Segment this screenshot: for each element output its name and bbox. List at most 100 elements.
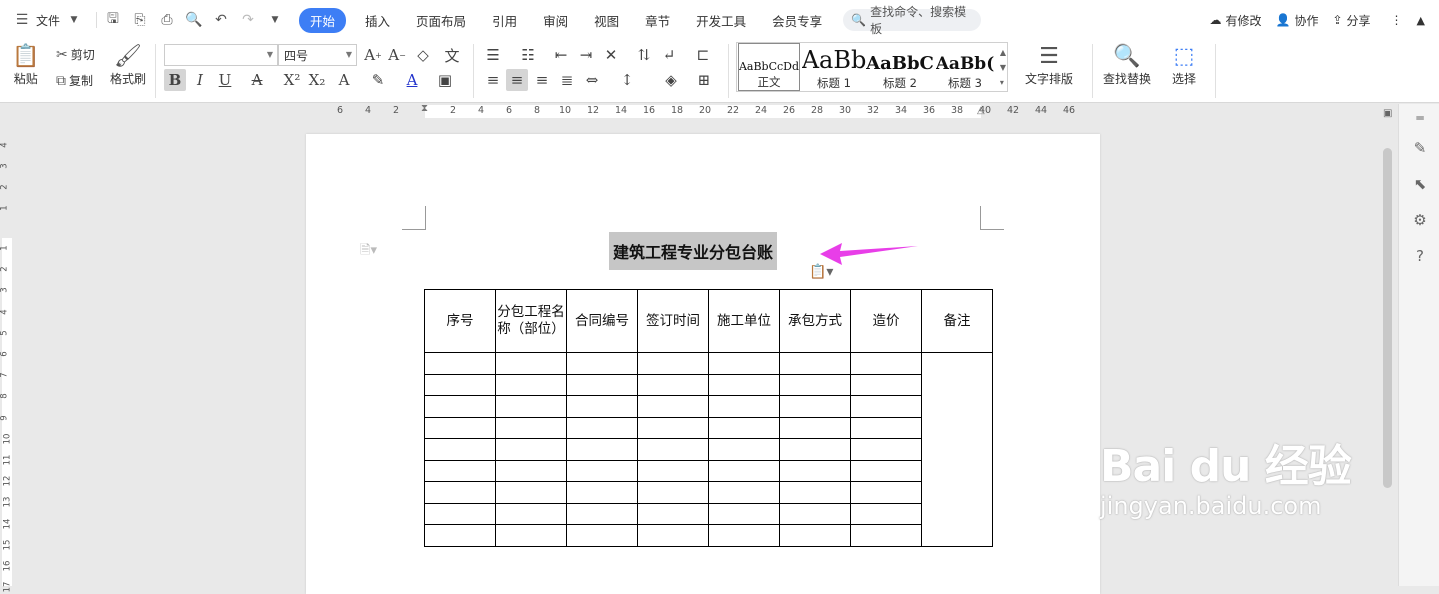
font-color-icon[interactable]: A: [401, 69, 423, 91]
phonetic-guide-icon[interactable]: 文: [438, 44, 466, 66]
decrease-indent-icon[interactable]: ⇤: [550, 44, 572, 66]
table-cell[interactable]: [424, 481, 496, 504]
table-cell[interactable]: [637, 416, 709, 439]
chinese-layout-icon[interactable]: ✕: [600, 44, 622, 66]
table-cell[interactable]: [566, 395, 638, 418]
paragraph-handle-icon[interactable]: 🗎▾: [360, 241, 377, 263]
table-cell[interactable]: [850, 459, 922, 482]
cut-button[interactable]: ✂ 剪切: [56, 46, 95, 63]
table-cell[interactable]: [495, 524, 567, 547]
table-cell[interactable]: [424, 524, 496, 547]
table-cell[interactable]: [708, 502, 780, 525]
print-preview-icon[interactable]: 🔍: [185, 12, 202, 28]
table-cell[interactable]: [495, 502, 567, 525]
horizontal-ruler[interactable]: 6 4 2 2 4 6 8 10 12 14 16 18 20 22 24 26 28 30 32 34 36 38 40 4…: [306, 103, 1100, 120]
table-header-cell[interactable]: 签订时间: [637, 289, 709, 353]
table-cell[interactable]: [708, 459, 780, 482]
tab-developer[interactable]: 开发工具: [683, 8, 759, 33]
table-cell[interactable]: [708, 352, 780, 375]
vertical-ruler[interactable]: 4 3 2 1 1 2 3 4 5 6 7 8 9 10 11 12 13 14 15 16 17: [0, 110, 14, 592]
tab-member[interactable]: 会员专享: [759, 8, 835, 33]
customize-chevron-icon[interactable]: ▼: [267, 12, 283, 28]
table-cell[interactable]: [495, 395, 567, 418]
table-header-cell[interactable]: 分包工程名称（部位）: [495, 289, 567, 353]
table-cell[interactable]: [424, 352, 496, 375]
print-icon[interactable]: ⎙: [159, 12, 175, 28]
table-cell[interactable]: [921, 352, 993, 547]
share-button[interactable]: ⇪ 分享: [1332, 12, 1370, 29]
undo-icon[interactable]: ↶: [213, 12, 229, 28]
table-cell[interactable]: [779, 395, 851, 418]
table-cell[interactable]: [495, 438, 567, 461]
table-cell[interactable]: [566, 524, 638, 547]
show-marks-icon[interactable]: ↵: [658, 44, 680, 66]
table-cell[interactable]: [708, 524, 780, 547]
table-cell[interactable]: [424, 416, 496, 439]
table-cell[interactable]: [495, 373, 567, 396]
save-icon[interactable]: 🖫: [105, 11, 121, 28]
vertical-scrollbar[interactable]: ▣: [1380, 104, 1396, 586]
table-cell[interactable]: [779, 438, 851, 461]
table-cell[interactable]: [708, 416, 780, 439]
increase-indent-icon[interactable]: ⇥: [575, 44, 597, 66]
right-indent-marker-icon[interactable]: △: [977, 105, 985, 116]
help-icon[interactable]: ?: [1410, 246, 1430, 266]
line-spacing-icon[interactable]: ↕: [616, 69, 638, 91]
table-cell[interactable]: [424, 395, 496, 418]
table-header-cell[interactable]: 施工单位: [708, 289, 780, 353]
command-search[interactable]: 🔍 查找命令、搜索模板: [843, 5, 982, 36]
font-size-select[interactable]: 四号 ▼: [278, 44, 357, 66]
more-icon[interactable]: ⋮: [1391, 13, 1403, 27]
table-cell[interactable]: [637, 459, 709, 482]
highlight-icon[interactable]: ✎: [367, 69, 389, 91]
table-cell[interactable]: [424, 502, 496, 525]
table-cell[interactable]: [566, 502, 638, 525]
text-layout-button[interactable]: ☰ 文字排版: [1025, 44, 1073, 87]
table-cell[interactable]: [779, 524, 851, 547]
table-cell[interactable]: [637, 481, 709, 504]
tab-references[interactable]: 引用: [479, 8, 530, 33]
shrink-font-icon[interactable]: A −: [386, 44, 408, 66]
table-cell[interactable]: [850, 524, 922, 547]
format-painter-button[interactable]: 🖌 格式刷: [110, 44, 146, 87]
paste-button[interactable]: 📋 粘贴: [12, 44, 39, 87]
clear-format-icon[interactable]: ◇: [412, 44, 434, 66]
table-cell[interactable]: [566, 352, 638, 375]
table-header-cell[interactable]: 承包方式: [779, 289, 851, 353]
table-cell[interactable]: [637, 438, 709, 461]
align-left-icon[interactable]: ≡: [482, 69, 504, 91]
table-header-cell[interactable]: 备注: [921, 289, 993, 353]
document-title[interactable]: 建筑工程专业分包台账: [609, 232, 778, 270]
table-cell[interactable]: [566, 416, 638, 439]
pen-edit-icon[interactable]: ✎: [1410, 138, 1430, 158]
table-cell[interactable]: [424, 373, 496, 396]
table-cell[interactable]: [850, 438, 922, 461]
subscript-icon[interactable]: X₂: [306, 69, 328, 91]
table-cell[interactable]: [850, 352, 922, 375]
tab-insert[interactable]: 插入: [352, 8, 403, 33]
table-cell[interactable]: [637, 352, 709, 375]
style-heading-3[interactable]: AaBb( 标题 3: [935, 43, 995, 91]
collab-button[interactable]: 👤 协作: [1275, 12, 1318, 29]
table-cell[interactable]: [566, 373, 638, 396]
bold-icon[interactable]: B: [164, 69, 186, 91]
export-icon[interactable]: ⎘: [132, 12, 148, 28]
pointer-icon[interactable]: ⬉: [1410, 174, 1430, 194]
paste-options-icon[interactable]: 📋▾: [809, 264, 833, 280]
indent-marker-icon[interactable]: ⧗: [421, 103, 428, 114]
style-heading-1[interactable]: AaBb 标题 1: [802, 43, 867, 91]
table-cell[interactable]: [708, 395, 780, 418]
document-page[interactable]: 🗎▾ 建筑工程专业分包台账 📋▾ 序号 分包工程名称（部位） 合同编号 签订时间 施工单…: [306, 134, 1100, 594]
bullet-list-icon[interactable]: ☰: [482, 44, 504, 66]
redo-icon[interactable]: ↷: [240, 12, 256, 28]
table-cell[interactable]: [495, 459, 567, 482]
tab-stops-icon[interactable]: ⊏: [692, 44, 714, 66]
font-name-select[interactable]: ▼: [164, 44, 278, 66]
table-cell[interactable]: [850, 481, 922, 504]
table-cell[interactable]: [637, 502, 709, 525]
strikethrough-icon[interactable]: A: [246, 69, 268, 91]
tab-page-layout[interactable]: 页面布局: [403, 8, 479, 33]
align-right-icon[interactable]: ≡: [531, 69, 553, 91]
table-cell[interactable]: [566, 481, 638, 504]
justify-icon[interactable]: ≣: [556, 69, 578, 91]
